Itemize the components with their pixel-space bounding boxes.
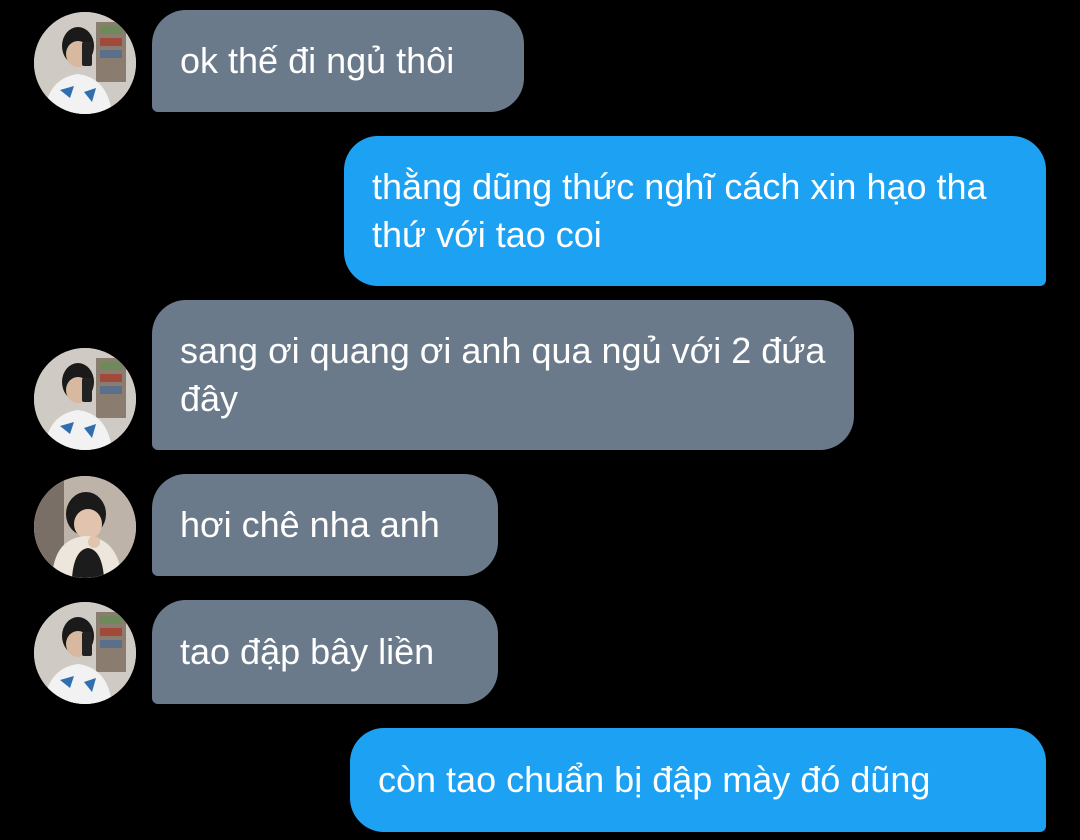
message-row: ok thế đi ngủ thôi — [0, 10, 1080, 114]
message-text: còn tao chuẩn bị đập mày đó dũng — [378, 759, 931, 800]
avatar-photo-mirror-selfie-icon — [34, 602, 136, 704]
message-row: sang ơi quang ơi anh qua ngủ với 2 đứa đ… — [0, 300, 1080, 450]
message-row: hơi chê nha anh — [0, 474, 1080, 578]
avatar-photo-mirror-selfie-icon — [34, 348, 136, 450]
message-bubble-incoming[interactable]: hơi chê nha anh — [152, 474, 498, 576]
message-row: tao đập bây liền — [0, 600, 1080, 704]
avatar-photo-hoodie-icon — [34, 476, 136, 578]
avatar[interactable] — [34, 348, 136, 450]
message-text: hơi chê nha anh — [180, 504, 440, 545]
message-text: ok thế đi ngủ thôi — [180, 40, 455, 81]
message-text: thằng dũng thức nghĩ cách xin hạo tha th… — [372, 166, 997, 255]
avatar[interactable] — [34, 12, 136, 114]
message-bubble-outgoing[interactable]: thằng dũng thức nghĩ cách xin hạo tha th… — [344, 136, 1046, 286]
message-bubble-incoming[interactable]: tao đập bây liền — [152, 600, 498, 704]
avatar-photo-mirror-selfie-icon — [34, 12, 136, 114]
avatar[interactable] — [34, 476, 136, 578]
message-bubble-incoming[interactable]: ok thế đi ngủ thôi — [152, 10, 524, 112]
avatar[interactable] — [34, 602, 136, 704]
message-text: sang ơi quang ơi anh qua ngủ với 2 đứa đ… — [180, 330, 836, 419]
message-row: thằng dũng thức nghĩ cách xin hạo tha th… — [0, 136, 1080, 286]
message-bubble-outgoing[interactable]: còn tao chuẩn bị đập mày đó dũng — [350, 728, 1046, 832]
message-row: còn tao chuẩn bị đập mày đó dũng — [0, 728, 1080, 832]
message-text: tao đập bây liền — [180, 631, 435, 672]
message-bubble-incoming[interactable]: sang ơi quang ơi anh qua ngủ với 2 đứa đ… — [152, 300, 854, 450]
